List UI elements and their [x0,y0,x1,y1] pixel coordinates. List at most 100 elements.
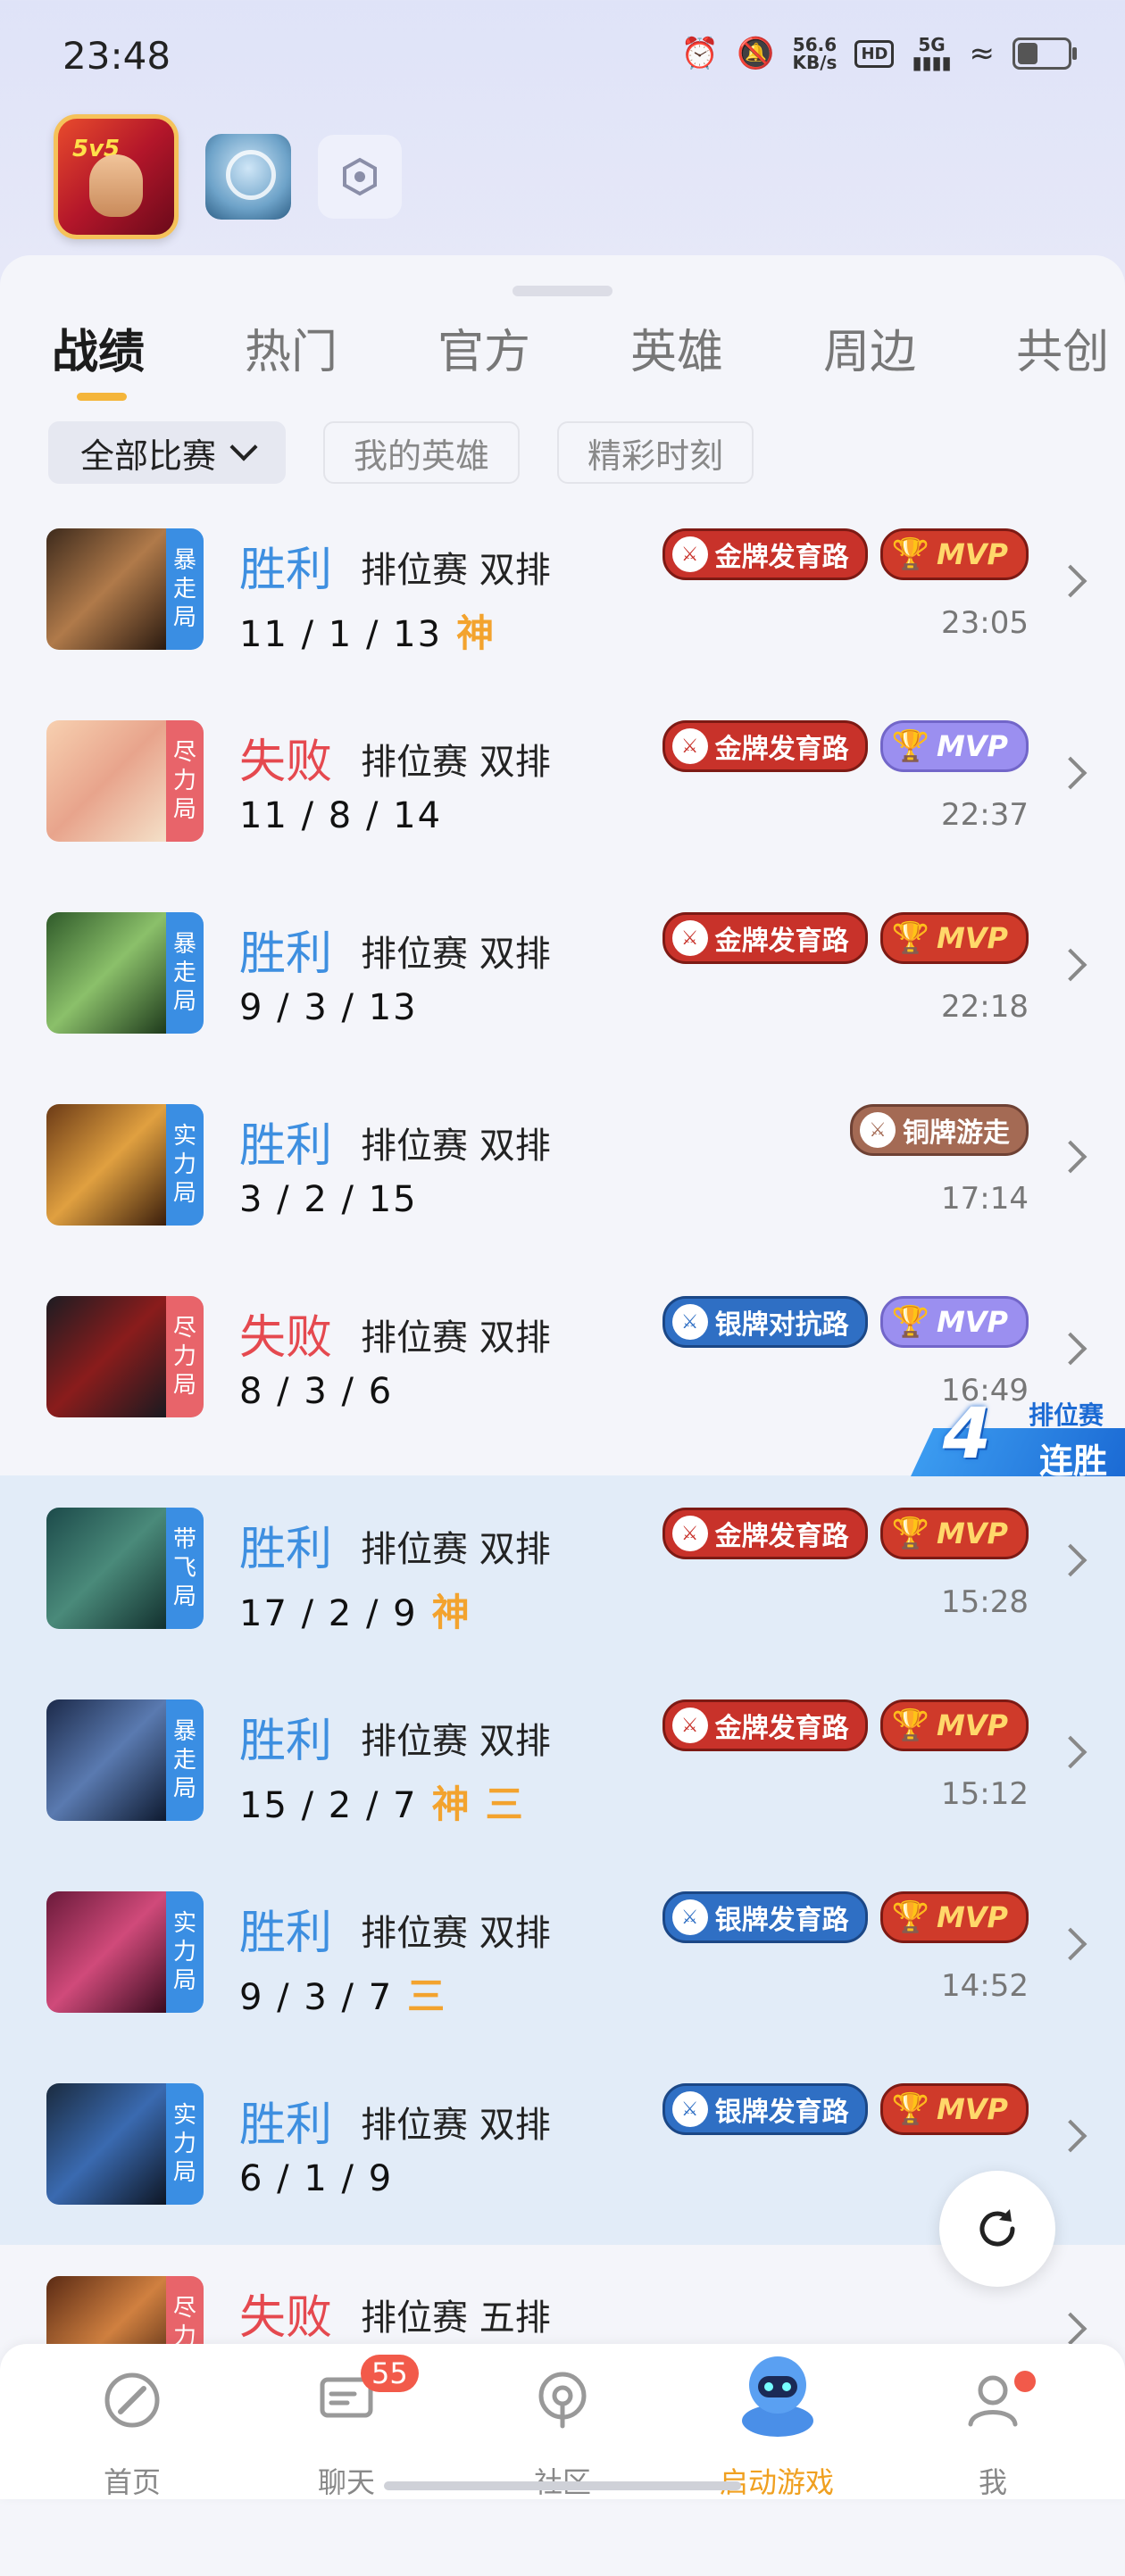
tab-hot[interactable]: 热门 [245,314,338,381]
position-badge-label: 银牌对抗路 [714,1309,849,1341]
chat-unread-count: 55 [361,2355,419,2392]
match-time: 15:28 [941,1584,1029,1620]
tab-heroes[interactable]: 英雄 [630,314,723,381]
all-matches-dropdown[interactable]: 全部比赛 [48,421,287,484]
game-peacekeeper-elite[interactable] [205,134,291,220]
nav-home[interactable]: 首页 [61,2344,204,2499]
nav-launch-game[interactable]: 启动游戏 [705,2344,848,2499]
kda: 11 / 1 / 13 神 [239,603,496,658]
lane-icon: ⚔ [671,1899,708,1935]
hero-portrait-icon [89,154,143,217]
hero-avatar: 暴走局 [46,1699,204,1821]
chevron-right-icon [1054,564,1088,598]
match-result: 失败 [239,2291,333,2345]
mvp-badge: 🏆 MVP [879,1508,1029,1559]
match-row[interactable]: 暴走局胜利 排位赛 双排 11 / 1 / 13 神 ⚔ 金牌发育路 🏆 MVP 23:05 [0,496,1125,688]
match-time: 17:14 [941,1181,1029,1217]
category-tabs: 战绩 热门 官方 英雄 周边 共创 [52,314,1125,401]
nav-chat[interactable]: 55 聊天 [275,2344,419,2499]
match-time: 15:12 [941,1776,1029,1812]
position-badge-label: 金牌发育路 [714,1713,849,1744]
refresh-button[interactable] [939,2171,1055,2287]
match-badges: ⚔ 银牌发育路 🏆 MVP [662,2083,1029,2135]
home-indicator[interactable] [384,2481,741,2490]
highlights-chip[interactable]: 精彩时刻 [557,421,754,484]
performance-label-char: 局 [172,796,196,823]
kda-value: 9 / 3 / 13 [239,987,418,1028]
game-honor-of-kings[interactable]: 5v5 [54,114,179,239]
position-badge: ⚔ 金牌发育路 [662,528,868,580]
nav-community-label: 社区 [491,2460,634,2501]
more-games-button[interactable] [318,135,402,219]
performance-label: 尽力局 [166,1296,204,1417]
nav-community[interactable]: 社区 [491,2344,634,2499]
match-badges: ⚔ 金牌发育路 🏆 MVP [662,1699,1029,1751]
performance-label-char: 力 [172,2131,196,2157]
position-badge-label: 金牌发育路 [714,542,849,573]
position-badge: ⚔ 金牌发育路 [662,1699,868,1751]
performance-label: 尽力局 [166,720,204,842]
streak-label-bottom: 连胜 [1038,1442,1107,1481]
performance-label-char: 实 [172,2102,196,2129]
robot-mascot-icon [742,2356,813,2437]
all-matches-label: 全部比赛 [80,436,217,476]
mvp-badge: 🏆 MVP [879,1699,1029,1751]
match-badges: ⚔ 铜牌游走 [850,1104,1029,1156]
sheet-drag-handle[interactable] [512,286,612,296]
kda-value: 11 / 8 / 14 [239,795,443,836]
match-mode: 排位赛 双排 [361,550,551,591]
lane-icon: ⚔ [671,728,708,764]
tab-co-creation[interactable]: 共创 [1016,314,1109,381]
tab-official[interactable]: 官方 [438,314,530,381]
trophy-icon: 🏆 [891,1899,929,1935]
performance-label-char: 局 [172,1775,196,1802]
achievement-tag: 神 [456,611,496,655]
match-mode: 排位赛 双排 [361,1913,551,1954]
match-row[interactable]: 暴走局胜利 排位赛 双排 9 / 3 / 13 ⚔ 金牌发育路 🏆 MVP 22:18 [0,880,1125,1072]
lane-icon: ⚔ [671,1304,708,1340]
hd-icon: HD [854,39,895,68]
kda: 8 / 3 / 6 [239,1371,393,1412]
performance-label-char: 飞 [172,1555,196,1582]
position-badge-label: 金牌发育路 [714,1521,849,1552]
performance-label-char: 局 [172,1967,196,1994]
mvp-badge: 🏆 MVP [879,720,1029,772]
match-row[interactable]: 实力局胜利 排位赛 双排 9 / 3 / 7 三 ⚔ 银牌发育路 🏆 MVP 14:52 [0,1859,1125,2051]
hero-portrait [46,720,166,842]
performance-label-char: 走 [172,960,196,986]
hero-avatar: 尽力局 [46,1296,204,1417]
performance-label: 实力局 [166,1104,204,1226]
tab-records[interactable]: 战绩 [52,314,145,401]
tab-merch[interactable]: 周边 [823,314,916,381]
match-result: 胜利 [239,2098,333,2152]
performance-label: 带飞局 [166,1508,204,1629]
match-row[interactable]: 带飞局胜利 排位赛 双排 17 / 2 / 9 神 ⚔ 金牌发育路 🏆 MVP 15:28 [0,1475,1125,1667]
position-badge: ⚔ 金牌发育路 [662,1508,868,1559]
kda: 3 / 2 / 15 [239,1179,418,1220]
match-time: 22:18 [941,989,1029,1025]
chevron-right-icon [1054,1332,1088,1366]
net-speed-value: 56.6 [792,34,838,55]
position-badge: ⚔ 银牌对抗路 [662,1296,868,1348]
match-badges: ⚔ 金牌发育路 🏆 MVP [662,720,1029,772]
performance-label: 暴走局 [166,912,204,1034]
performance-label-char: 走 [172,1747,196,1774]
performance-label-char: 局 [172,2159,196,2186]
chevron-right-icon [1054,1140,1088,1174]
trophy-icon: 🏆 [891,1304,929,1340]
match-row[interactable]: 尽力局失败 排位赛 双排 11 / 8 / 14 ⚔ 金牌发育路 🏆 MVP 22:37 [0,688,1125,880]
match-mode: 排位赛 五排 [361,2298,551,2339]
kda: 9 / 3 / 13 [239,987,418,1028]
trophy-icon: 🏆 [891,1516,929,1551]
performance-label-char: 尽 [172,1315,196,1342]
position-badge-label: 铜牌游走 [903,1118,1010,1149]
my-heroes-chip[interactable]: 我的英雄 [323,421,521,484]
mvp-label: MVP [936,537,1008,571]
kda: 17 / 2 / 9 神 [239,1583,471,1637]
lane-icon: ⚔ [671,536,708,572]
kda: 6 / 1 / 9 [239,2158,393,2199]
match-row[interactable]: 实力局胜利 排位赛 双排 3 / 2 / 15 ⚔ 铜牌游走 17:14 [0,1072,1125,1264]
kda: 11 / 8 / 14 [239,795,442,836]
nav-me[interactable]: 我 [921,2344,1064,2499]
match-row[interactable]: 暴走局胜利 排位赛 双排 15 / 2 / 7 神三 ⚔ 金牌发育路 🏆 MVP 15:12 [0,1667,1125,1859]
